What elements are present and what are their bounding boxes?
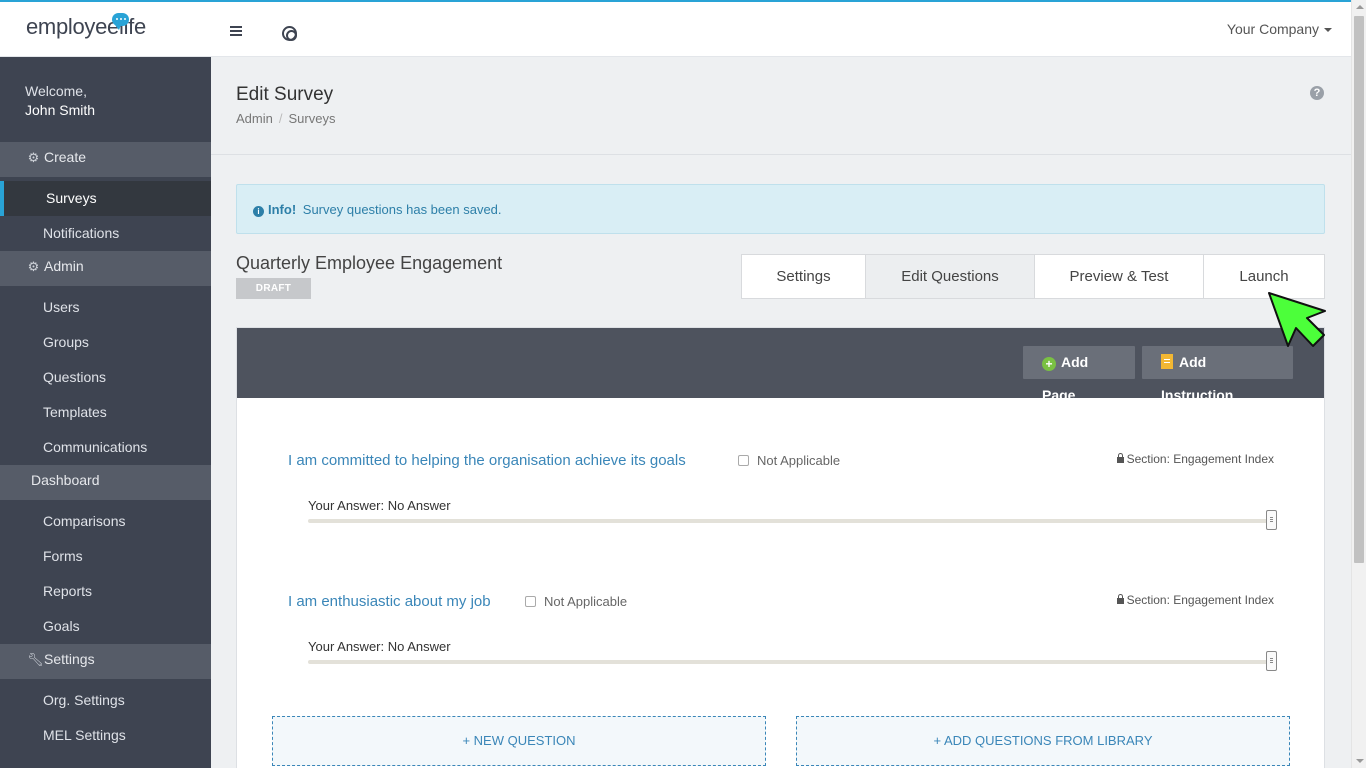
question-text: I am committed to helping the organisati… (288, 452, 686, 469)
sidebar-section-label: Admin (44, 258, 84, 274)
sidebar-item-templates[interactable]: Templates (0, 395, 211, 430)
breadcrumb-surveys[interactable]: Surveys (288, 111, 335, 126)
question-text: I am enthusiastic about my job (288, 593, 491, 610)
sidebar-item-goals[interactable]: Goals (0, 609, 211, 644)
sidebar-item-questions[interactable]: Questions (0, 360, 211, 395)
welcome-block: Welcome, John Smith (0, 57, 211, 142)
breadcrumb-admin[interactable]: Admin (236, 111, 273, 126)
not-applicable-label: Not Applicable (544, 594, 628, 609)
top-bar: employeelife Your Company (0, 0, 1366, 57)
scroll-down-arrow-icon[interactable] (1356, 759, 1364, 763)
sidebar-item-reports[interactable]: Reports (0, 574, 211, 609)
support-lifebuoy-icon[interactable] (282, 26, 297, 41)
sidebar: Welcome, John Smith ⚙ Create Surveys Noti… (0, 57, 211, 768)
gear-icon: ⚙ (27, 150, 40, 165)
scroll-up-arrow-icon[interactable] (1356, 5, 1364, 9)
main-content: Edit Survey Admin / Surveys ? i Info! Surve… (211, 57, 1351, 768)
lock-icon (1116, 594, 1124, 604)
breadcrumb: Admin / Surveys (236, 111, 335, 126)
sidebar-section-dashboard[interactable]: Dashboard (0, 465, 211, 500)
sidebar-section-admin[interactable]: ⚙ Admin (0, 251, 211, 286)
page-title: Edit Survey (236, 84, 334, 105)
sidebar-section-label: Settings (44, 651, 95, 667)
not-applicable-checkbox[interactable] (525, 596, 536, 607)
tab-preview-test[interactable]: Preview & Test (1035, 255, 1204, 298)
not-applicable-option[interactable]: Not Applicable (525, 594, 627, 609)
menu-toggle-icon[interactable] (230, 26, 244, 38)
sidebar-item-forms[interactable]: Forms (0, 539, 211, 574)
plus-circle-icon: + (1042, 357, 1056, 371)
tab-settings[interactable]: Settings (742, 255, 866, 298)
add-page-button[interactable]: + Add Page (1023, 346, 1135, 403)
not-applicable-checkbox[interactable] (738, 455, 749, 466)
section-tag: Section: Engagement Index (1116, 593, 1274, 607)
answer-slider[interactable] (308, 651, 1277, 671)
survey-title: Quarterly Employee Engagement (236, 253, 503, 273)
answer-slider[interactable] (308, 510, 1277, 530)
breadcrumb-separator: / (278, 111, 283, 126)
page-scrollbar[interactable] (1351, 0, 1366, 768)
wrench-icon: 🔧︎ (27, 652, 44, 667)
answer-text: Your Answer: No Answer (308, 639, 451, 654)
status-badge: DRAFT (236, 278, 311, 299)
answer-text: Your Answer: No Answer (308, 498, 451, 513)
section-label: Section: Engagement Index (1126, 452, 1274, 466)
sidebar-item-communications[interactable]: Communications (0, 430, 211, 465)
tab-launch[interactable]: Launch (1204, 255, 1324, 298)
employeelife-logo[interactable]: employeelife (26, 13, 146, 40)
section-tag: Section: Engagement Index (1116, 452, 1274, 466)
help-icon[interactable]: ? (1310, 86, 1324, 100)
sidebar-section-settings[interactable]: 🔧︎Settings (0, 644, 211, 679)
new-question-button[interactable]: + NEW QUESTION (272, 716, 766, 766)
survey-tabs: Settings Edit Questions Preview & Test L… (741, 254, 1325, 299)
not-applicable-option[interactable]: Not Applicable (738, 453, 840, 468)
sidebar-item-groups[interactable]: Groups (0, 325, 211, 360)
welcome-label: Welcome, (25, 83, 87, 99)
document-icon (1161, 354, 1173, 369)
sidebar-section-label: Create (44, 149, 87, 165)
sidebar-item-org-settings[interactable]: Org. Settings (0, 683, 211, 718)
add-from-library-button[interactable]: + ADD QUESTIONS FROM LIBRARY (796, 716, 1290, 766)
scroll-thumb[interactable] (1354, 16, 1364, 563)
section-label: Section: Engagement Index (1126, 593, 1274, 607)
slider-handle[interactable] (1266, 510, 1277, 530)
lock-icon (1116, 453, 1124, 463)
company-dropdown[interactable]: Your Company (1227, 21, 1332, 37)
alert-strong: Info! (268, 202, 297, 217)
sidebar-item-surveys[interactable]: Surveys (0, 181, 211, 216)
sidebar-item-comparisons[interactable]: Comparisons (0, 504, 211, 539)
logo-prefix: employee (26, 14, 119, 39)
tab-edit-questions[interactable]: Edit Questions (866, 255, 1035, 298)
gear-icon: ⚙ (27, 259, 40, 274)
sidebar-section-create[interactable]: ⚙ Create (0, 142, 211, 177)
sidebar-item-users[interactable]: Users (0, 290, 211, 325)
slider-handle[interactable] (1266, 651, 1277, 671)
questions-panel: + Add Page Add Instruction I am committed… (236, 327, 1325, 768)
sidebar-item-mel-settings[interactable]: MEL Settings (0, 718, 211, 753)
page-header: Edit Survey Admin / Surveys ? (211, 57, 1351, 155)
chat-bubble-icon (112, 13, 129, 30)
not-applicable-label: Not Applicable (757, 453, 841, 468)
alert-message: Survey questions has been saved. (302, 202, 502, 217)
sidebar-item-notifications[interactable]: Notifications (0, 216, 211, 251)
panel-toolbar: + Add Page Add Instruction (237, 328, 1324, 403)
info-alert: i Info! Survey questions has been saved. (236, 184, 1325, 234)
user-name: John Smith (25, 102, 96, 118)
info-icon: i (253, 206, 264, 217)
add-instruction-button[interactable]: Add Instruction (1142, 346, 1293, 403)
